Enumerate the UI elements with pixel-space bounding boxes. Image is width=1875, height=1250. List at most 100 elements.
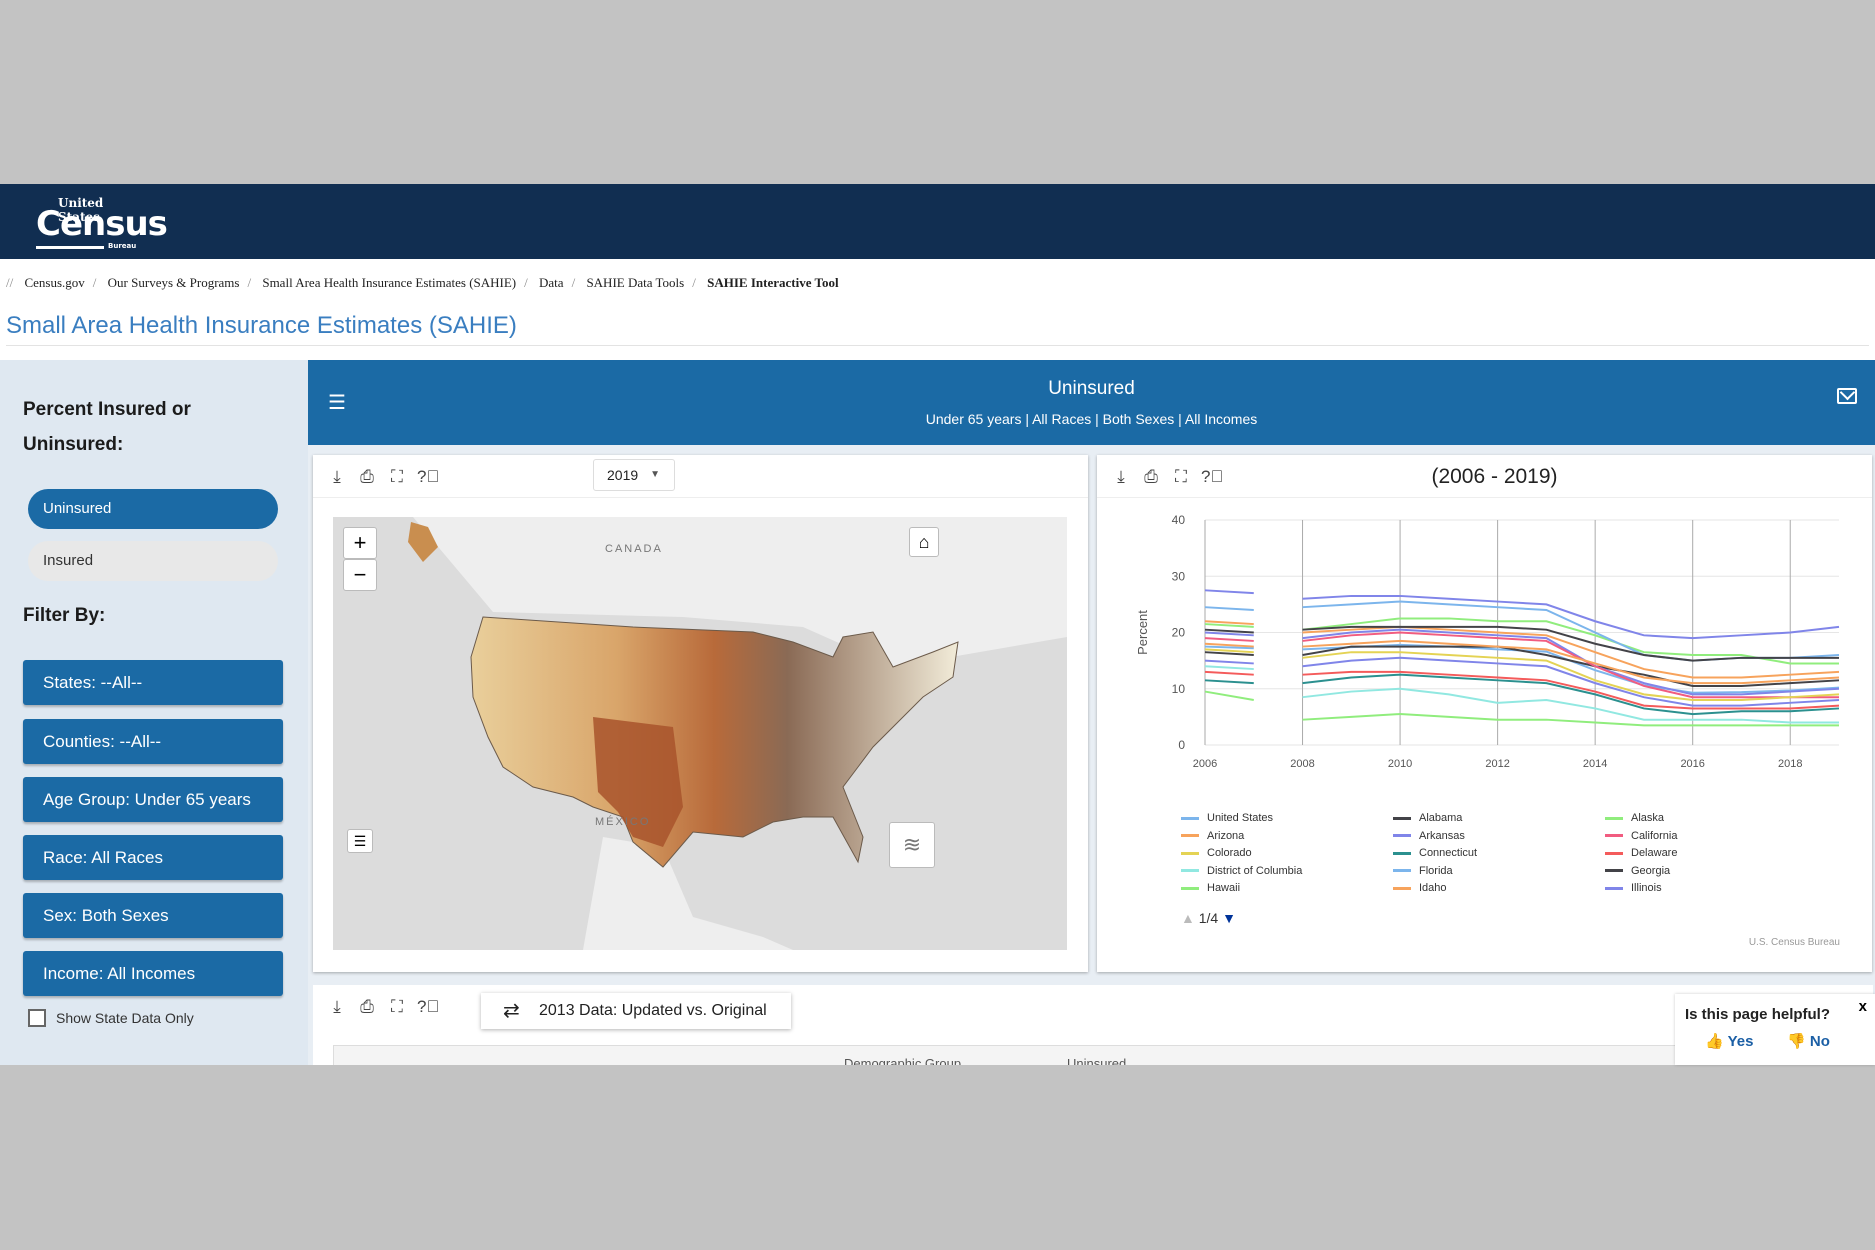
census-logo[interactable]: United States Census Bureau [36,196,168,250]
legend-swatch [1605,816,1623,820]
print-icon[interactable]: ⎙ [357,997,377,1017]
line-chart: 0 10 20 30 40 2006 2008 2010 2012 2014 2016 2018 Per… [1135,513,1840,770]
legend-item[interactable]: Florida [1393,865,1453,877]
legend-item[interactable]: Colorado [1181,847,1252,859]
legend-pager: ▲ 1/4 ▼ [1181,910,1236,926]
pager-down-icon[interactable]: ▼ [1222,910,1236,926]
fullscreen-icon[interactable]: ⛶ [387,467,407,487]
no-button[interactable]: 👎 No [1787,1032,1830,1050]
legend-list-icon[interactable]: ☰ [347,829,373,853]
map-panel: ⤓ ⎙ ⛶ ?⃝ 2019 ▼ CANADA MÉXICO + − ⌂ ☰ ≋ [313,455,1088,972]
age-filter-button[interactable]: Age Group: Under 65 years [23,777,283,822]
divider [6,345,1869,346]
table-panel: ⤓ ⎙ ⛶ ?⃝ ⇄ 2013 Data: Updated vs. Original D… [313,985,1873,1065]
legend-item[interactable]: Connecticut [1393,847,1477,859]
breadcrumb-sahie[interactable]: Small Area Health Insurance Estimates (S… [262,275,516,290]
x-tick-label: 2010 [1388,758,1412,770]
choropleth-map[interactable]: CANADA MÉXICO + − ⌂ ☰ ≋ [333,517,1067,950]
counties-filter-button[interactable]: Counties: --All-- [23,719,283,764]
legend-swatch [1393,851,1411,855]
legend-label: Florida [1419,864,1453,877]
legend-swatch [1181,886,1199,890]
legend-item[interactable]: Arizona [1181,830,1244,842]
breadcrumb-data-tools[interactable]: SAHIE Data Tools [586,275,684,290]
legend-swatch [1393,816,1411,820]
banner: ☰ Uninsured Under 65 years | All Races |… [308,360,1875,445]
help-icon[interactable]: ?⃝ [417,997,439,1017]
series-line [1204,606,1254,611]
feedback-widget: Is this page helpful? x 👍 Yes 👎 No [1675,994,1875,1065]
legend-item[interactable]: Arkansas [1393,830,1465,842]
chart-credit: U.S. Census Bureau [1748,937,1840,948]
series-line [1204,637,1254,642]
insured-toggle[interactable]: Insured [28,541,278,581]
caret-down-icon: ▼ [650,469,660,480]
legend-item[interactable]: California [1605,830,1677,842]
swap-icon: ⇄ [503,1000,520,1022]
fullscreen-icon[interactable]: ⛶ [387,997,407,1017]
home-icon[interactable]: ⌂ [909,527,939,557]
breadcrumb-data[interactable]: Data [539,275,564,290]
legend-item[interactable]: Delaware [1605,847,1677,859]
zoom-in-button[interactable]: + [343,527,377,559]
legend-item[interactable]: District of Columbia [1181,865,1302,877]
legend-swatch [1393,834,1411,837]
filter-heading: Filter By: [23,605,106,626]
x-tick-label: 2012 [1485,758,1509,770]
legend-label: Georgia [1631,864,1671,877]
legend-item[interactable]: Idaho [1393,882,1447,894]
series-line [1204,589,1254,595]
year-select[interactable]: 2019 ▼ [593,459,675,491]
x-tick-label: 2006 [1193,758,1217,770]
legend-label: Illinois [1631,882,1662,894]
table-toolbar: ⤓ ⎙ ⛶ ?⃝ [327,997,439,1017]
legend-swatch [1181,816,1199,820]
canada-label: CANADA [605,543,663,555]
page: // Census.gov / Our Surveys & Programs / S… [0,259,1875,1065]
series-line [1204,690,1254,701]
y-tick-label: 30 [1172,569,1186,583]
x-tick-label: 2014 [1583,758,1607,770]
uninsured-toggle[interactable]: Uninsured [28,489,278,529]
zoom-out-button[interactable]: − [343,559,377,591]
legend-item[interactable]: United States [1181,812,1273,824]
legend-item[interactable]: Alaska [1605,812,1664,824]
checkbox[interactable] [28,1009,46,1027]
legend-swatch [1181,834,1199,837]
breadcrumb-surveys-programs[interactable]: Our Surveys & Programs [108,275,240,290]
download-icon[interactable]: ⤓ [327,997,347,1017]
download-icon[interactable]: ⤓ [327,467,347,487]
legend-swatch [1181,851,1199,855]
email-icon[interactable] [1837,388,1857,404]
legend-item[interactable]: Alabama [1393,812,1462,824]
legend-label: California [1631,829,1678,842]
print-icon[interactable]: ⎙ [357,467,377,487]
y-tick-label: 40 [1172,513,1186,527]
legend-item[interactable]: Hawaii [1181,882,1240,894]
banner-title: Uninsured [1048,378,1135,399]
pager-up-icon[interactable]: ▲ [1181,910,1195,926]
x-tick-label: 2008 [1290,758,1314,770]
y-tick-label: 10 [1172,682,1186,696]
breadcrumb-census-gov[interactable]: Census.gov [24,275,84,290]
sex-filter-button[interactable]: Sex: Both Sexes [23,893,283,938]
yes-button[interactable]: 👍 Yes [1705,1032,1753,1050]
col-uninsured: Uninsured [1067,1056,1127,1065]
y-tick-label: 20 [1172,626,1186,640]
income-filter-button[interactable]: Income: All Incomes [23,951,283,996]
map-toolbar: ⤓ ⎙ ⛶ ?⃝ [327,467,439,487]
state-only-checkbox[interactable]: Show State Data Only [28,1009,194,1027]
feedback-question: Is this page helpful? [1685,1006,1831,1023]
race-filter-button[interactable]: Race: All Races [23,835,283,880]
layers-icon[interactable]: ≋ [889,822,935,868]
legend-swatch [1605,886,1623,890]
legend-label: District of Columbia [1207,864,1303,877]
mexico-label: MÉXICO [595,815,650,828]
close-icon[interactable]: x [1859,998,1867,1015]
legend-item[interactable]: Illinois [1605,882,1662,894]
states-filter-button[interactable]: States: --All-- [23,660,283,705]
legend-swatch [1181,869,1199,872]
legend-item[interactable]: Georgia [1605,865,1670,877]
help-icon[interactable]: ?⃝ [417,467,439,487]
compare-2013-button[interactable]: ⇄ 2013 Data: Updated vs. Original [481,993,791,1029]
